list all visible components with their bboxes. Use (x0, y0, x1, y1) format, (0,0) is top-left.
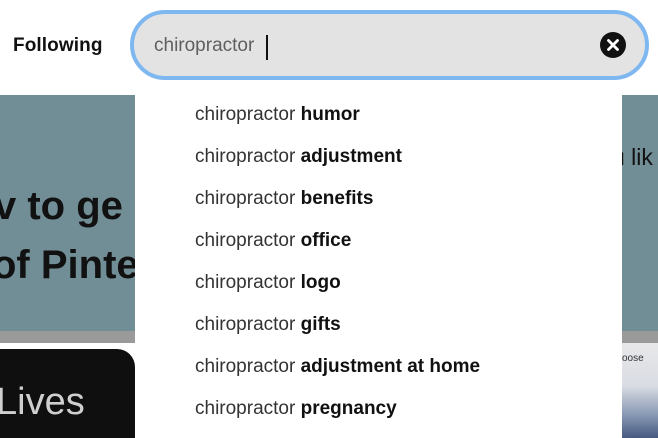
suggestion-completion: humor (300, 104, 360, 125)
close-icon[interactable] (600, 32, 626, 58)
pin-card-text: Lives (0, 381, 85, 423)
suggestion-item[interactable]: chiropractor logo (195, 269, 615, 297)
suggestion-query: chiropractor (195, 398, 296, 419)
suggestion-item[interactable]: chiropractor pregnancy (195, 395, 615, 423)
suggestion-query: chiropractor (195, 188, 296, 209)
suggestion-query: chiropractor (195, 272, 296, 293)
suggestion-query: chiropractor (195, 314, 296, 335)
suggestion-item[interactable]: chiropractor office (195, 227, 615, 255)
suggestion-item[interactable]: chiropractor gifts (195, 311, 615, 339)
suggestion-query: chiropractor (195, 230, 296, 251)
search-bar[interactable] (130, 10, 649, 80)
suggestion-item[interactable]: chiropractor humor (195, 101, 615, 129)
suggestion-completion: logo (300, 272, 341, 293)
search-suggestions-dropdown: chiropractor humor chiropractor adjustme… (135, 95, 622, 438)
hero-heading-line-1: v to ge (0, 184, 123, 228)
suggestion-query: chiropractor (195, 104, 296, 125)
hero-heading-line-2: of Pinte (0, 243, 139, 287)
pin-card-right-text: oose (622, 353, 644, 364)
suggestion-completion: gifts (300, 314, 341, 335)
suggestion-item[interactable]: chiropractor benefits (195, 185, 615, 213)
suggestion-completion: pregnancy (300, 398, 397, 419)
following-tab[interactable]: Following (13, 35, 103, 57)
suggestion-item[interactable]: chiropractor adjustment at home (195, 353, 615, 381)
suggestion-item[interactable]: chiropractor adjustment (195, 143, 615, 171)
top-bar: Following (0, 0, 658, 95)
suggestion-completion: adjustment at home (300, 356, 481, 377)
suggestion-completion: adjustment (300, 146, 402, 167)
suggestion-query: chiropractor (195, 356, 296, 377)
search-input[interactable] (154, 32, 584, 60)
suggestion-completion: office (300, 230, 352, 251)
text-caret (266, 35, 268, 60)
suggestion-query: chiropractor (195, 146, 296, 167)
suggestion-completion: benefits (300, 188, 374, 209)
